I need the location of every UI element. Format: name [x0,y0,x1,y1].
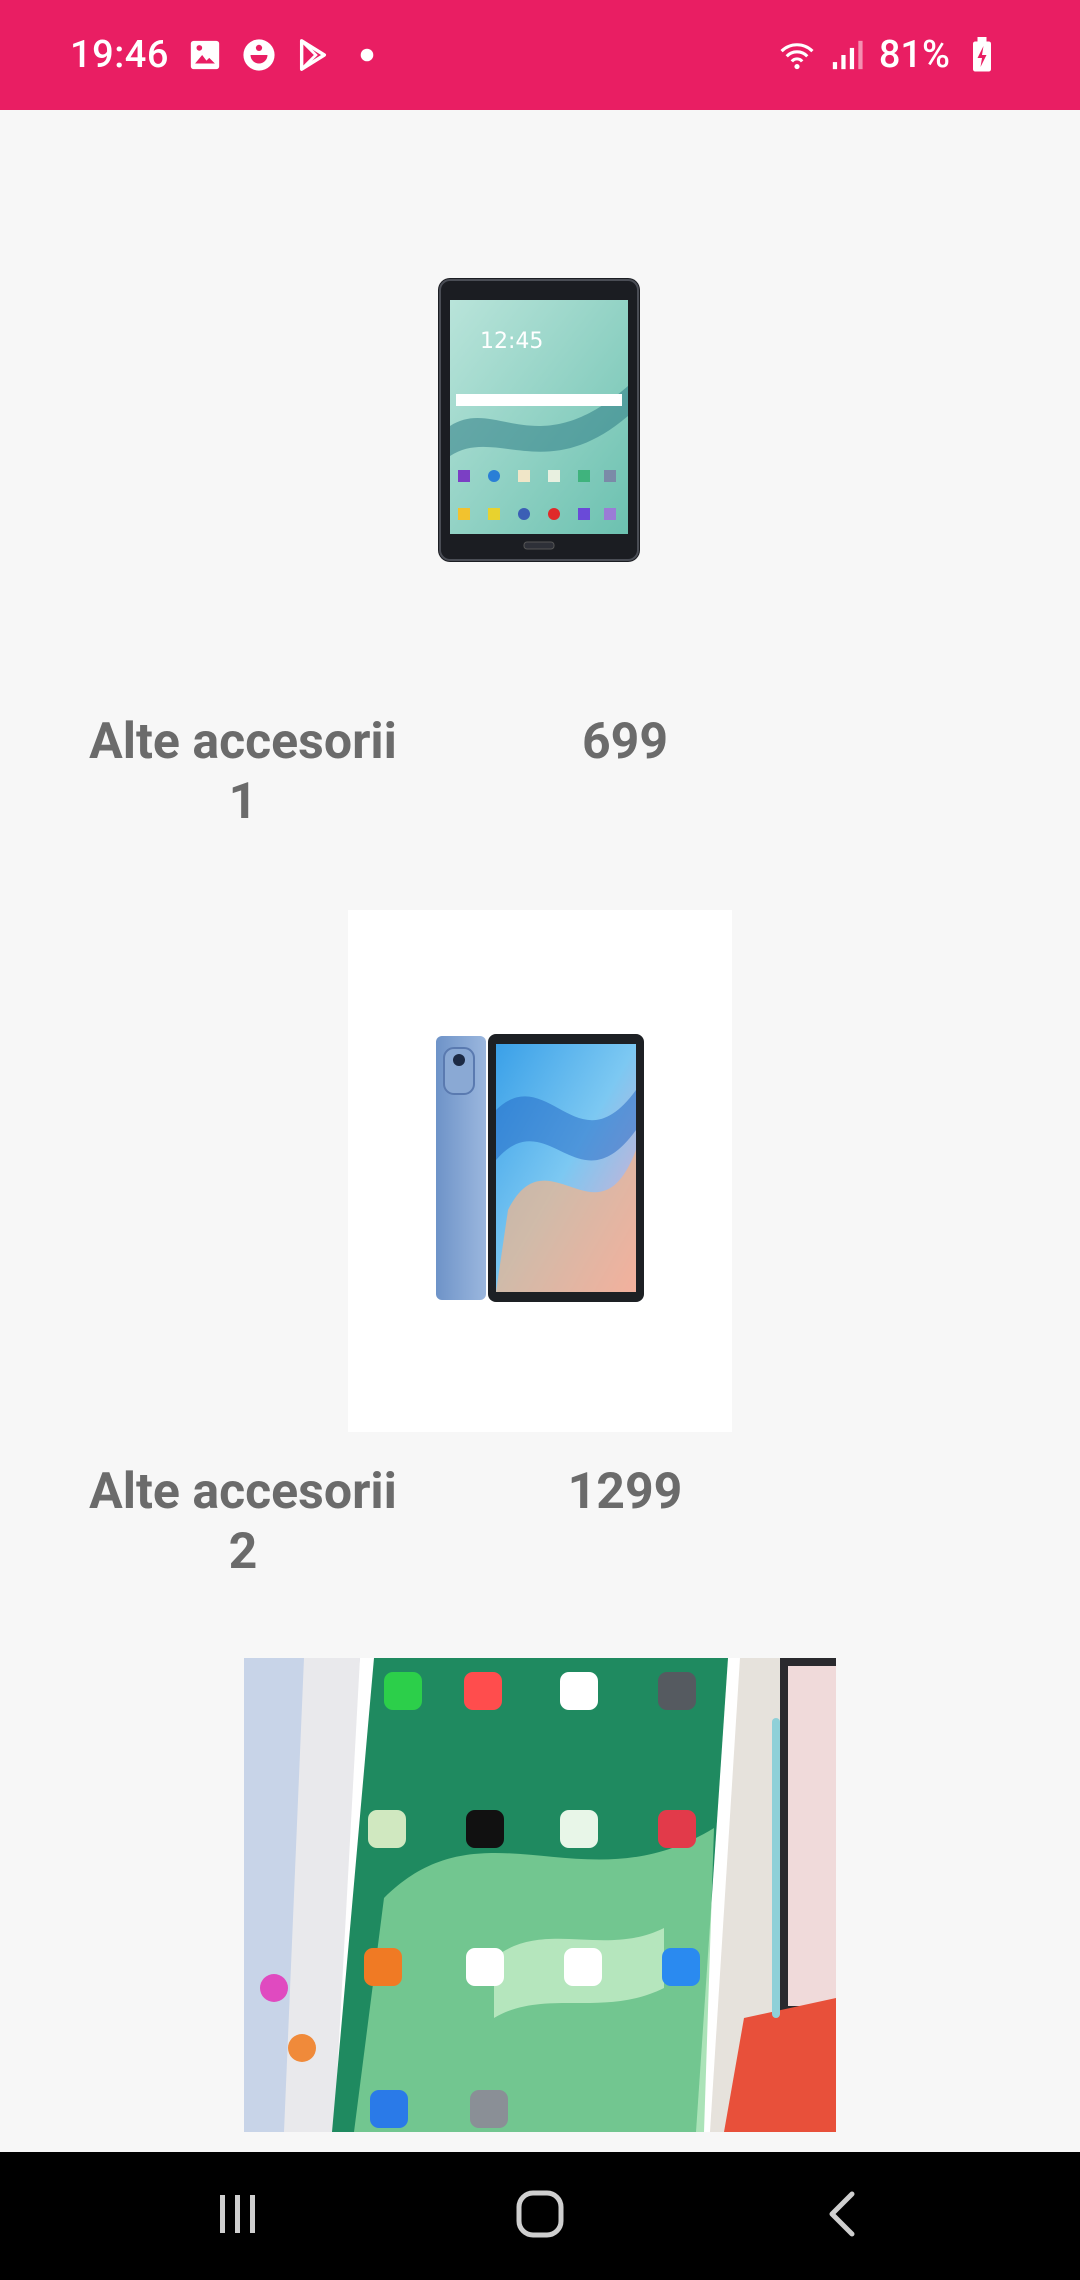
signal-icon [829,37,865,73]
recents-button[interactable] [168,2152,308,2280]
gallery-icon [187,37,223,73]
dot-icon [349,37,385,73]
product-name: Alte accesorii 2 [89,1463,397,1581]
home-icon [516,2190,564,2242]
status-bar: 19:46 81% [0,0,1080,110]
samsung-tablet-image[interactable]: 12:45 [436,276,642,564]
product-name: Alte accesorii 1 [89,713,397,831]
status-left: 19:46 [70,0,385,110]
battery-percent: 81% [878,33,950,77]
svg-text:12:45: 12:45 [480,329,543,354]
product-price: 1299 [567,1463,683,1521]
play-store-icon [295,37,331,73]
face-icon [241,37,277,73]
ipad-collage-image[interactable] [244,1658,836,2132]
status-time: 19:46 [70,33,169,77]
blue-tablet-image[interactable] [348,910,732,1432]
navigation-bar [0,2152,1080,2280]
back-button[interactable] [772,2152,912,2280]
wifi-icon [779,37,815,73]
back-icon [826,2190,858,2242]
status-right: 81% [779,0,1000,110]
battery-charging-icon [964,37,1000,73]
home-button[interactable] [470,2152,610,2280]
product-list: 12:45 Alte accesorii 1 699 Alte accesori… [0,110,1080,2152]
product-price: 699 [581,713,669,771]
recents-icon [214,2193,262,2239]
